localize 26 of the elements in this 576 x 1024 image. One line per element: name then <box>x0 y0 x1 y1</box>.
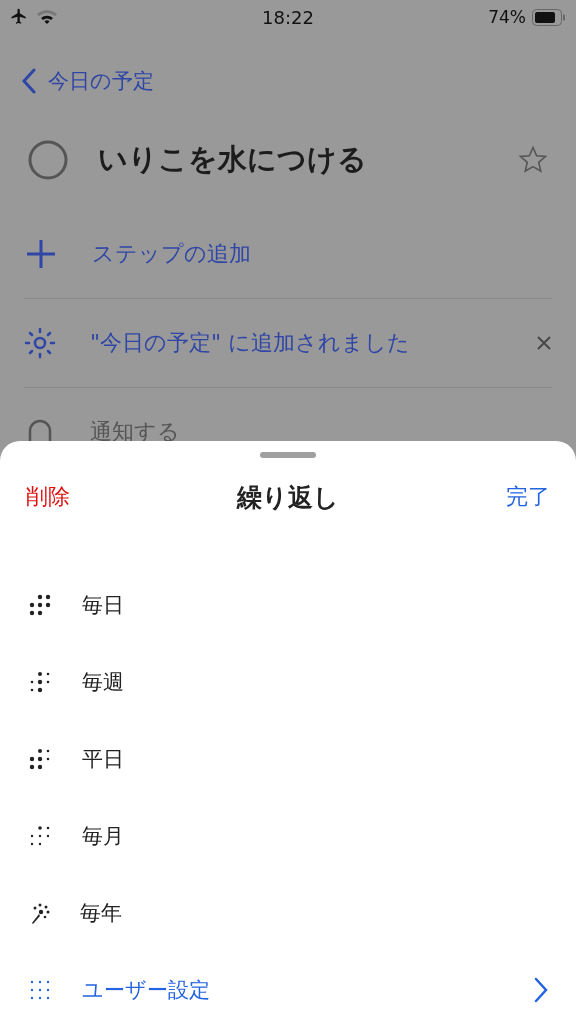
repeat-option[interactable]: ユーザー設定 <box>0 951 576 1024</box>
star-icon[interactable] <box>518 145 548 175</box>
complete-checkbox[interactable] <box>28 140 68 180</box>
delete-button[interactable]: 削除 <box>26 482 70 512</box>
sheet-handle[interactable] <box>260 452 316 458</box>
back-chevron-icon[interactable] <box>22 68 36 94</box>
sheet-title: 繰り返し <box>237 481 339 514</box>
my-day-status: "今日の予定" に追加されました <box>90 329 412 357</box>
repeat-option[interactable]: 平日 <box>0 720 576 797</box>
add-step-link[interactable]: ステップの追加 <box>92 239 552 269</box>
plus-icon[interactable] <box>24 237 58 271</box>
chevron-right-icon <box>534 976 548 1003</box>
task-title: いりこを水につける <box>98 141 368 178</box>
done-button[interactable]: 完了 <box>506 482 550 512</box>
repeat-option[interactable]: 毎月 <box>0 797 576 874</box>
repeat-option[interactable]: 毎年 <box>0 874 576 951</box>
battery-icon <box>532 8 566 26</box>
battery-percent: 74% <box>488 7 526 27</box>
wifi-icon <box>36 9 58 25</box>
status-time: 18:22 <box>261 6 315 28</box>
close-icon[interactable] <box>536 335 552 351</box>
repeat-option[interactable]: 毎週 <box>0 643 576 720</box>
repeat-option[interactable]: 毎日 <box>0 566 576 643</box>
sun-icon <box>24 327 56 359</box>
airplane-icon <box>10 8 28 26</box>
back-link[interactable]: 今日の予定 <box>48 67 154 95</box>
